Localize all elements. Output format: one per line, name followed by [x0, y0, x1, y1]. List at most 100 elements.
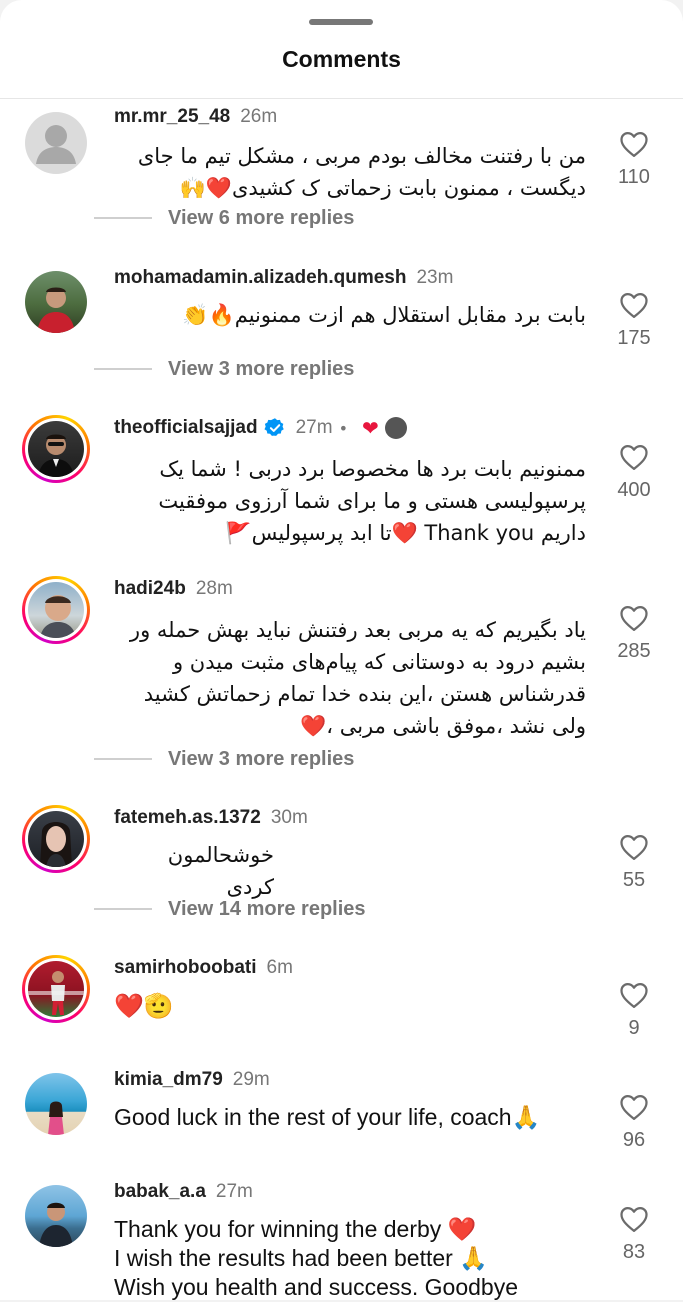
heart-icon[interactable] — [619, 604, 649, 632]
replies-divider — [94, 368, 152, 370]
like-count: 83 — [622, 1241, 646, 1263]
timestamp: 26m — [240, 106, 278, 127]
comment-text: ممنونیم بابت برد ها مخصوصا برد دربی ! شم… — [114, 453, 586, 549]
comment-text: من با رفتنت مخالف بودم مربی ، مشکل تیم م… — [114, 140, 586, 204]
avatar[interactable] — [22, 1182, 90, 1250]
timestamp: 28m — [195, 578, 233, 599]
heart-icon[interactable] — [619, 1205, 649, 1233]
comment-text: Thank you for winning the derby ❤️ I wis… — [114, 1215, 594, 1302]
comment-line: قدرشناس هستن ،این بنده خدا تمام زحماتش ک… — [143, 682, 586, 706]
user-photo — [28, 582, 84, 638]
replies-divider — [94, 758, 152, 760]
username[interactable]: babak_a.a — [114, 1181, 206, 1203]
like-count: 55 — [622, 869, 646, 891]
comment-meta: hadi24b 28m — [114, 576, 233, 602]
comment-text: Good luck in the rest of your life, coac… — [114, 1103, 594, 1132]
avatar-story-ring[interactable] — [22, 955, 90, 1023]
heart-icon[interactable] — [619, 1093, 649, 1121]
timestamp: 27m — [295, 417, 333, 438]
comment-line: دیگست ، ممنون بابت زحماتی ک کشیدی❤️🙌 — [179, 176, 586, 200]
drag-handle[interactable] — [309, 19, 373, 25]
username[interactable]: kimia_dm79 — [114, 1069, 223, 1091]
author-mini-avatar — [384, 417, 407, 439]
view-replies-label: View 3 more replies — [168, 747, 355, 770]
timestamp: 6m — [266, 957, 293, 978]
comment-line: پرسپولیسی هستی و ما برای شما آرزوی موفقی… — [158, 489, 586, 513]
comment-line: Thank you for winning the derby ❤️ — [114, 1216, 477, 1242]
verified-badge-icon — [264, 418, 284, 436]
username[interactable]: hadi24b — [114, 578, 186, 600]
comment-meta: theofficialsajjad 27m • ❤ — [114, 415, 407, 441]
like-column: 175 — [606, 291, 662, 350]
like-column: 110 — [606, 130, 662, 189]
comments-sheet: Comments mr.mr_25_48 26m من با رفتنت مخا… — [0, 0, 683, 1300]
heart-icon[interactable] — [619, 833, 649, 861]
avatar-story-ring[interactable] — [22, 805, 90, 873]
comment-line: I wish the results had been better 🙏 — [114, 1245, 488, 1271]
like-count: 285 — [617, 640, 651, 662]
username[interactable]: theofficialsajjad — [114, 417, 258, 439]
comment-line: ممنونیم بابت برد ها مخصوصا برد دربی ! شم… — [159, 457, 586, 481]
comment-line: داریم Thank you ❤️تا ابد پرسپولیس🚩 — [225, 521, 586, 545]
avatar[interactable] — [22, 268, 90, 336]
view-replies[interactable]: View 6 more replies — [94, 206, 354, 230]
timestamp: 27m — [215, 1181, 253, 1202]
header-divider — [0, 98, 683, 99]
like-column: 285 — [606, 604, 662, 663]
like-column: 55 — [606, 833, 662, 892]
comment-line: خوشحالمون کردی — [167, 843, 274, 899]
separator-dot: • — [338, 418, 349, 438]
username[interactable]: mr.mr_25_48 — [114, 106, 230, 128]
comment-meta: kimia_dm79 29m — [114, 1067, 270, 1093]
comment-text: خوشحالمون کردی — [114, 839, 274, 903]
username[interactable]: fatemeh.as.1372 — [114, 807, 261, 829]
timestamp: 29m — [232, 1069, 270, 1090]
comment-line: Wish you health and success. Goodbye — [114, 1274, 519, 1300]
like-count: 96 — [622, 1129, 646, 1151]
username[interactable]: samirhoboobati — [114, 957, 257, 979]
avatar[interactable] — [22, 109, 90, 177]
avatar[interactable] — [22, 1070, 90, 1138]
like-count: 175 — [617, 327, 651, 349]
comment-text: بابت برد مقابل استقلال هم ازت ممنونیم🔥👏 — [114, 299, 586, 331]
author-liked-heart-icon: ❤ — [362, 416, 379, 440]
username[interactable]: mohamadamin.alizadeh.qumesh — [114, 267, 406, 289]
view-replies[interactable]: View 14 more replies — [94, 897, 366, 921]
comment-line: من با رفتنت مخالف بودم مربی ، مشکل تیم م… — [137, 144, 586, 168]
view-replies-label: View 3 more replies — [168, 357, 355, 380]
comment-meta: babak_a.a 27m — [114, 1179, 253, 1205]
like-column: 96 — [606, 1093, 662, 1152]
view-replies-label: View 6 more replies — [168, 206, 355, 229]
view-replies[interactable]: View 3 more replies — [94, 747, 354, 771]
avatar-story-ring[interactable] — [22, 415, 90, 483]
comment-meta: mohamadamin.alizadeh.qumesh 23m — [114, 265, 453, 291]
heart-icon[interactable] — [619, 291, 649, 319]
user-photo — [28, 811, 84, 867]
like-column: 9 — [606, 981, 662, 1040]
like-column: 83 — [606, 1205, 662, 1264]
timestamp: 30m — [270, 807, 308, 828]
like-count: 400 — [617, 479, 651, 501]
view-replies[interactable]: View 3 more replies — [94, 357, 354, 381]
avatar-story-ring[interactable] — [22, 576, 90, 644]
user-photo — [25, 271, 87, 333]
comment-line: ❤️🫡 — [114, 993, 174, 1020]
comment-line: یاد بگیریم که یه مربی بعد رفتنش نباید به… — [129, 618, 586, 642]
user-photo — [28, 961, 84, 1017]
user-photo — [28, 421, 84, 477]
comment-text: ❤️🫡 — [114, 991, 586, 1023]
comment-line: بابت برد مقابل استقلال هم ازت ممنونیم🔥👏 — [182, 303, 586, 327]
comment-text: یاد بگیریم که یه مربی بعد رفتنش نباید به… — [114, 614, 586, 742]
heart-icon[interactable] — [619, 443, 649, 471]
comment-line: Good luck in the rest of your life, coac… — [114, 1104, 541, 1130]
heart-icon[interactable] — [619, 981, 649, 1009]
comment-meta: samirhoboobati 6m — [114, 955, 293, 981]
default-avatar-icon — [25, 112, 87, 174]
page-title: Comments — [282, 46, 401, 72]
comment-meta: mr.mr_25_48 26m — [114, 104, 277, 130]
comment-meta: fatemeh.as.1372 30m — [114, 805, 308, 831]
like-column: 400 — [606, 443, 662, 502]
like-count: 9 — [628, 1017, 640, 1039]
heart-icon[interactable] — [619, 130, 649, 158]
comment-line: ولی نشد ،موفق باشی مربی ،❤️ — [300, 714, 586, 738]
